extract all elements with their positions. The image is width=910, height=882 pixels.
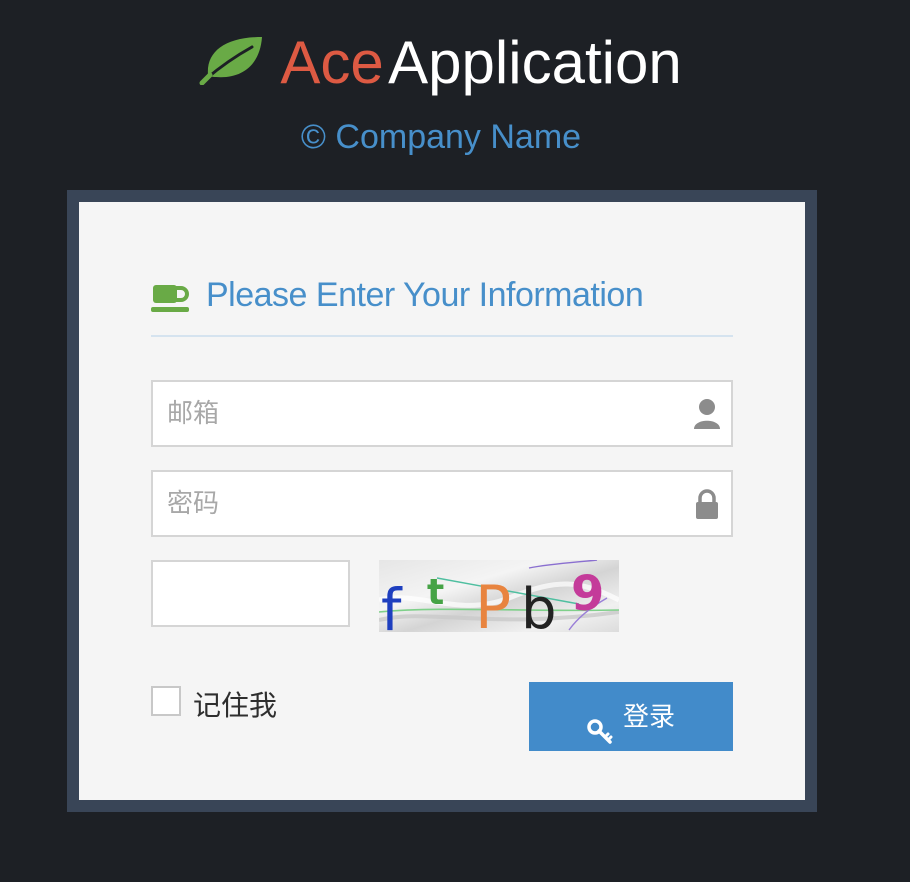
coffee-icon — [151, 282, 189, 316]
captcha-input[interactable] — [153, 562, 348, 625]
remember-label: 记住我 — [193, 689, 278, 722]
leaf-icon — [198, 29, 266, 85]
captcha-field-wrapper — [151, 560, 350, 627]
svg-text:P: P — [475, 573, 511, 632]
login-header: Please Enter Your Information — [151, 276, 733, 337]
email-field-wrapper — [151, 380, 733, 447]
user-icon — [693, 398, 721, 430]
login-heading: Please Enter Your Information — [206, 276, 644, 314]
password-input[interactable] — [153, 472, 731, 535]
remember-checkbox[interactable] — [151, 686, 181, 716]
email-input[interactable] — [153, 382, 731, 445]
brand-header: Ace Application — [0, 28, 880, 108]
app-title-accent: Ace — [280, 29, 384, 96]
login-button[interactable]: 登录 — [529, 682, 733, 751]
login-panel: Please Enter Your Information 邮箱 f t P b… — [79, 202, 805, 800]
company-name: © Company Name — [300, 118, 582, 156]
key-icon — [587, 702, 613, 744]
svg-text:b: b — [521, 577, 557, 632]
app-title-main: Application — [388, 29, 682, 96]
svg-text:t: t — [427, 572, 444, 613]
svg-text:9: 9 — [571, 566, 604, 622]
captcha-image[interactable]: f t P b 9 — [378, 559, 621, 644]
password-field-wrapper — [151, 470, 733, 537]
svg-text:f: f — [381, 576, 403, 632]
login-button-label: 登录 — [622, 702, 675, 733]
lock-icon — [693, 488, 721, 520]
